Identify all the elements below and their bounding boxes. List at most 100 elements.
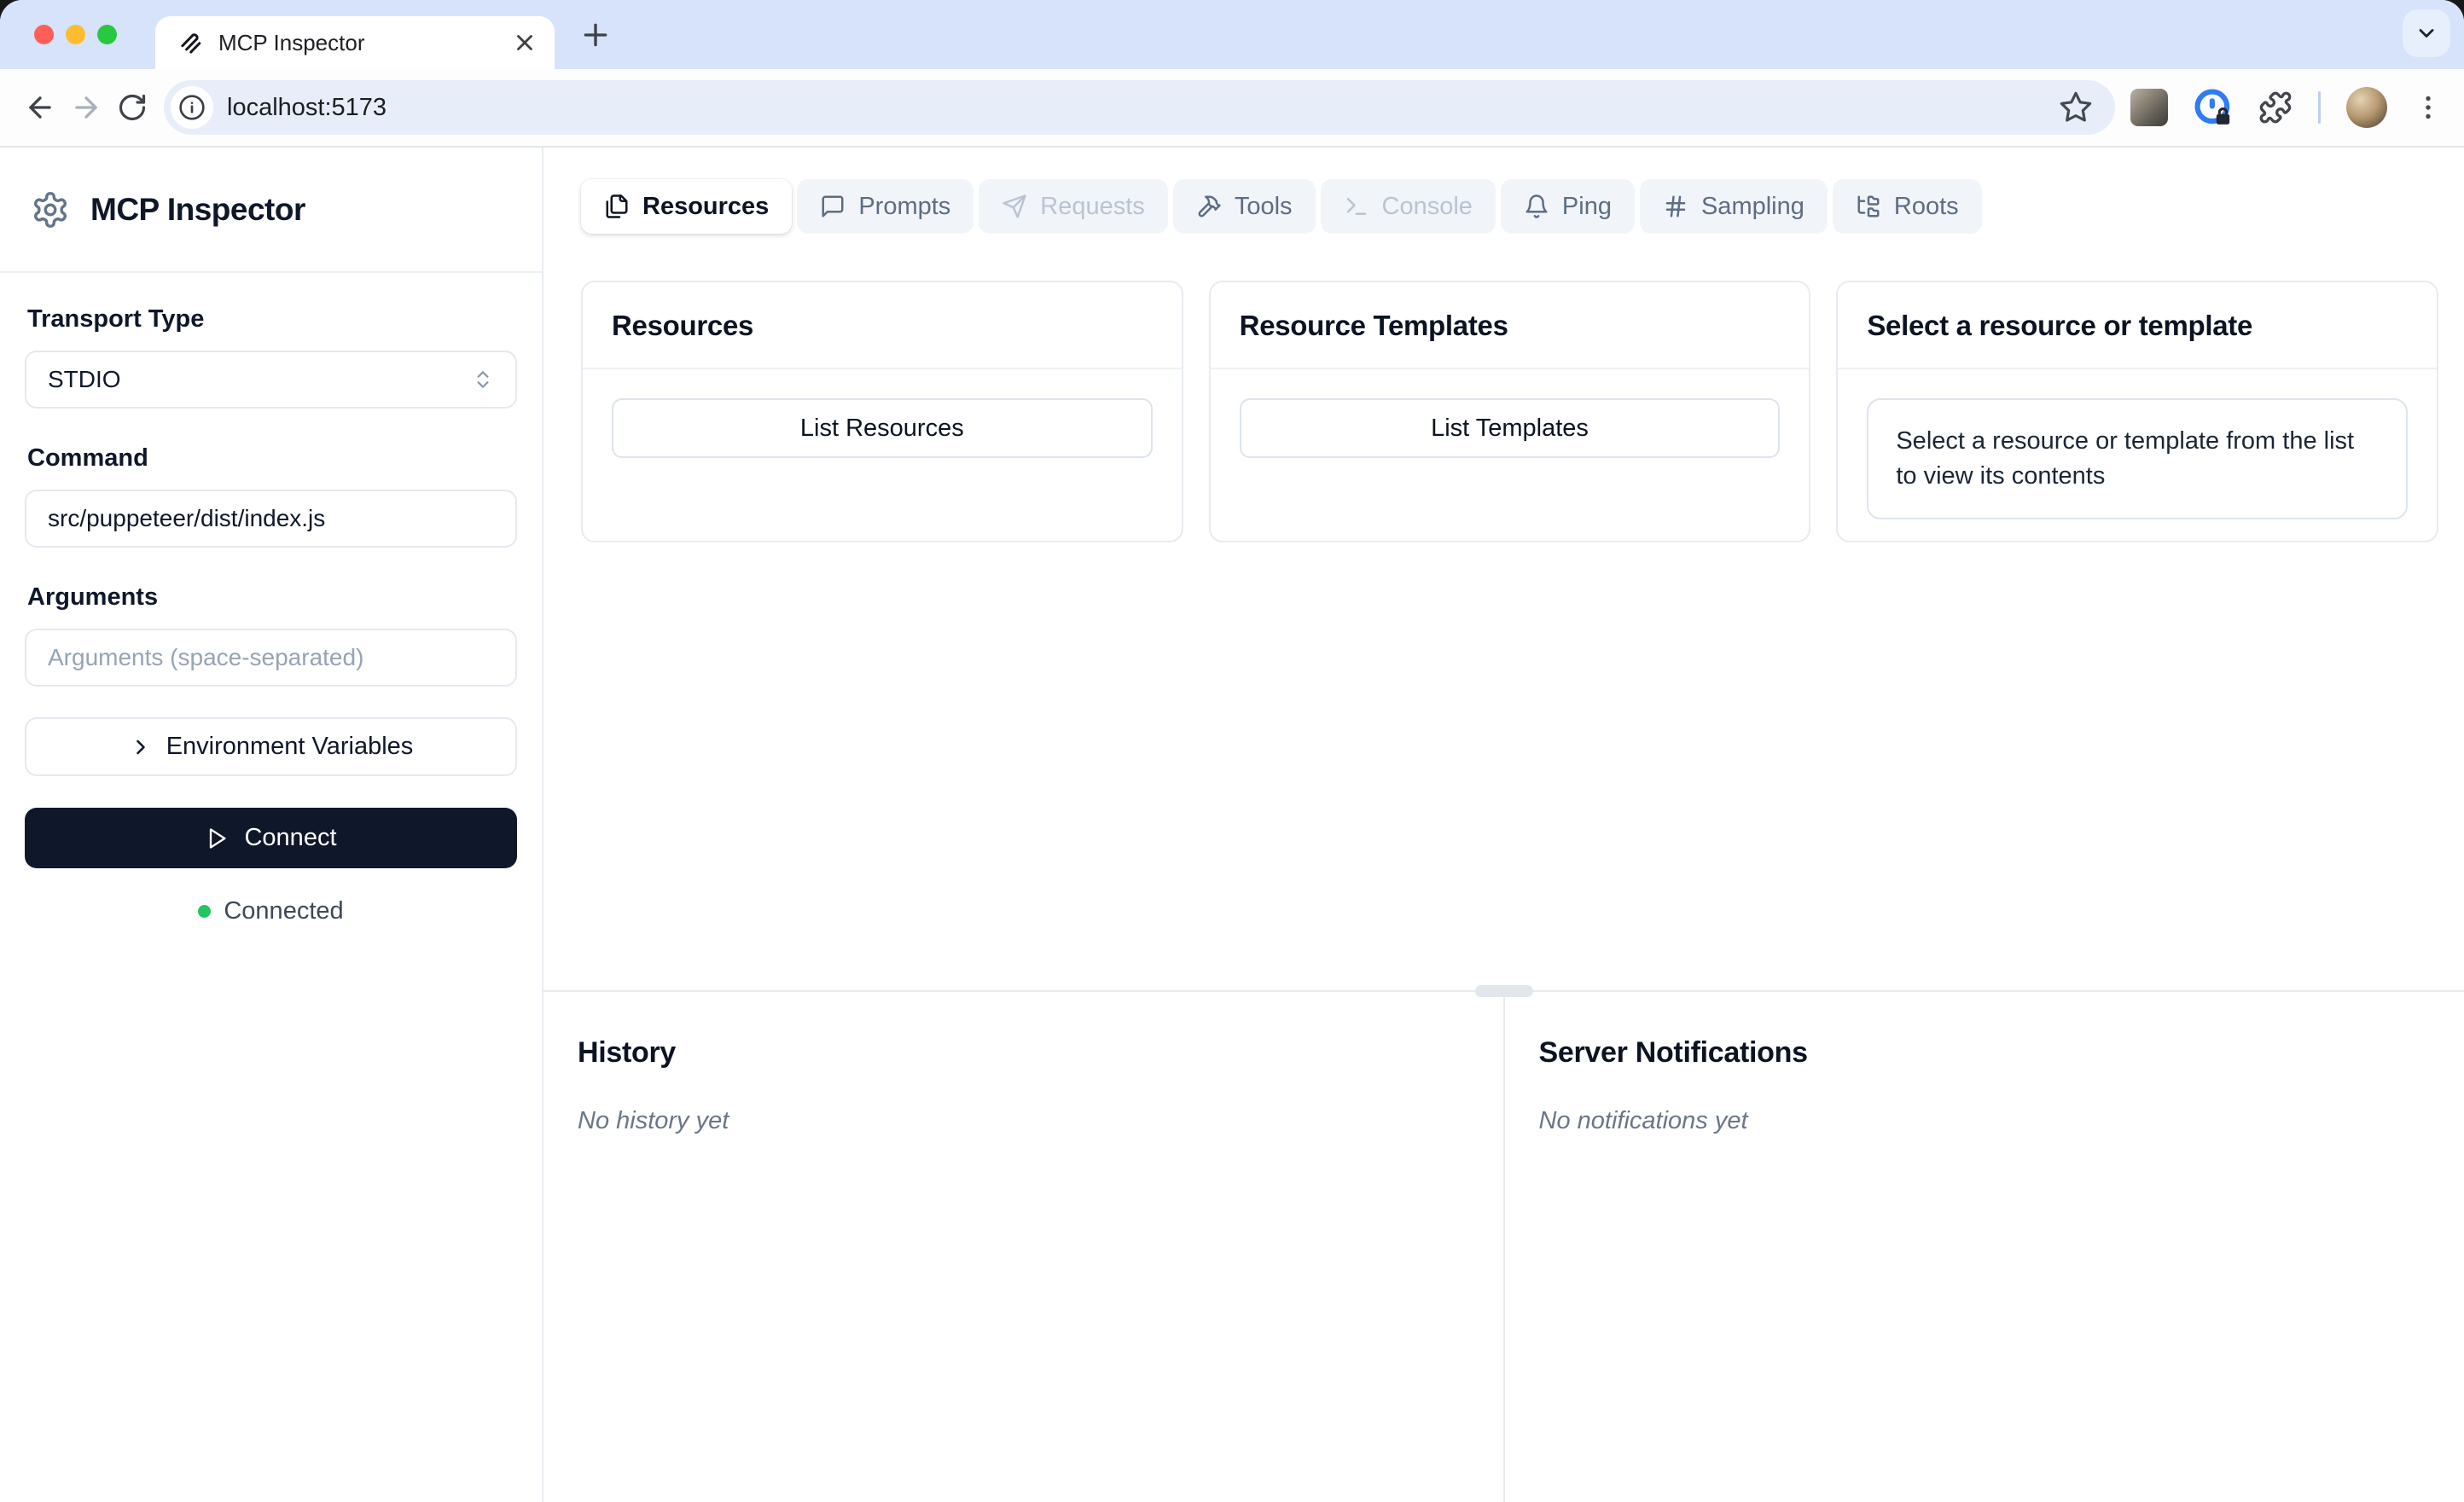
resources-card-title: Resources [583,282,1182,369]
chevron-down-icon [2419,29,2434,38]
sidebar-header: MCP Inspector [0,148,542,273]
command-label: Command [27,444,148,472]
address-bar[interactable]: localhost:5173 [164,80,2115,135]
hash-icon [1665,195,1686,217]
resource-cards: Resources List Resources Resource Templa… [581,281,2439,542]
tab-label: Roots [1893,192,1959,220]
files-icon [606,194,628,218]
window-controls [34,25,117,44]
resize-drag-handle[interactable] [1474,985,1533,997]
arrow-right-icon [75,96,97,119]
tab-console[interactable]: Console [1320,179,1496,234]
history-title: History [578,1036,677,1069]
terminal-icon [1346,198,1366,215]
main-area: Resources Prompts Requests Tools Console… [543,148,2464,1502]
sidebar: MCP Inspector Transport Type STDIO Comma… [0,148,543,1502]
tab-tools[interactable]: Tools [1172,179,1316,234]
connect-button-label: Connect [244,824,337,851]
command-input[interactable] [25,490,517,548]
tab-label: Console [1381,192,1473,220]
environment-variables-label: Environment Variables [166,733,414,760]
browser-window: MCP Inspector localhost:5173 MCP Inspect… [0,0,2464,1502]
tab-label: Tools [1234,192,1293,220]
password-manager-icon[interactable] [2194,88,2233,127]
tab-label: Resources [642,192,770,220]
reload-icon [119,94,146,121]
tab-label: Ping [1561,192,1612,220]
list-templates-button[interactable]: List Templates [1239,398,1781,458]
resource-detail-placeholder: Select a resource or template from the l… [1867,398,2409,520]
view-tabs: Resources Prompts Requests Tools Console… [581,179,1982,234]
site-info-button[interactable] [171,86,213,129]
maximize-window-button[interactable] [97,25,117,44]
tab-requests[interactable]: Requests [979,179,1168,234]
tab-sampling[interactable]: Sampling [1639,179,1828,234]
tab-resources[interactable]: Resources [581,179,793,234]
resource-templates-card-title: Resource Templates [1210,282,1810,369]
status-dot [198,905,212,918]
tab-label: Sampling [1700,192,1804,220]
resources-card: Resources List Resources [581,281,1183,542]
transport-type-value: STDIO [48,366,121,392]
tab-label: Requests [1040,192,1145,220]
resource-detail-card: Select a resource or template Select a r… [1836,281,2439,542]
chevron-right-icon [136,739,145,754]
transport-type-select[interactable]: STDIO [25,351,517,409]
environment-variables-button[interactable]: Environment Variables [25,717,517,776]
history-empty-text: No history yet [578,1107,729,1134]
gear-icon [34,191,67,228]
arguments-input[interactable] [25,629,517,687]
list-resources-button[interactable]: List Resources [612,398,1153,458]
sidebar-form: Transport Type STDIO Command Arguments [0,273,542,925]
toolbar-separator [2318,91,2321,124]
connection-status: Connected [25,897,517,925]
tab-search-button[interactable] [2403,9,2450,57]
profile-avatar[interactable] [2346,87,2387,128]
extension-avatar-icon[interactable] [2130,89,2168,126]
bell-icon [1525,194,1548,218]
server-notifications-panel: Server Notifications No notifications ye… [1502,992,2464,1502]
app-title: MCP Inspector [90,191,305,227]
tab-close-icon[interactable] [512,30,538,55]
send-icon [1002,194,1027,218]
url-text[interactable]: localhost:5173 [227,94,2045,122]
bottom-panels: History No history yet Server Notificati… [543,985,2464,1502]
reload-button[interactable] [109,84,155,130]
browser-menu-icon[interactable] [2413,92,2444,123]
history-panel: History No history yet [543,992,1503,1502]
play-icon [210,827,226,849]
forward-button[interactable] [63,84,109,130]
info-icon [179,95,205,120]
tab-roots[interactable]: Roots [1832,179,1982,234]
browser-tab-title: MCP Inspector [218,29,365,55]
mcp-logo-favicon [181,32,201,54]
notifications-empty-text: No notifications yet [1538,1107,1748,1134]
mcp-inspector-app: MCP Inspector Transport Type STDIO Comma… [0,148,2464,1502]
toolbar-extensions [2130,87,2444,128]
browser-toolbar: localhost:5173 [0,69,2464,148]
tab-ping[interactable]: Ping [1500,179,1635,234]
status-text: Connected [224,897,344,925]
transport-type-label: Transport Type [27,305,205,333]
extensions-puzzle-icon[interactable] [2258,90,2293,125]
message-icon [822,195,844,217]
arguments-label: Arguments [27,583,159,611]
minimize-window-button[interactable] [66,25,85,44]
tab-label: Prompts [858,192,951,220]
close-window-button[interactable] [34,25,54,44]
main-top: Resources Prompts Requests Tools Console… [543,148,2464,990]
chevrons-up-down-icon [477,371,489,388]
bookmark-star-icon[interactable] [2059,90,2093,125]
back-button[interactable] [17,84,63,130]
hammer-icon [1198,195,1221,217]
server-notifications-title: Server Notifications [1538,1036,1809,1069]
tab-prompts[interactable]: Prompts [797,179,974,234]
folder-tree-icon [1857,195,1880,217]
resource-detail-card-title: Select a resource or template [1838,282,2438,369]
browser-tab-strip: MCP Inspector [0,0,2464,69]
browser-tab[interactable]: MCP Inspector [155,16,555,69]
arrow-left-icon [29,96,51,119]
new-tab-button[interactable] [578,18,613,52]
connect-button[interactable]: Connect [25,808,517,868]
resource-templates-card: Resource Templates List Templates [1208,281,1811,542]
